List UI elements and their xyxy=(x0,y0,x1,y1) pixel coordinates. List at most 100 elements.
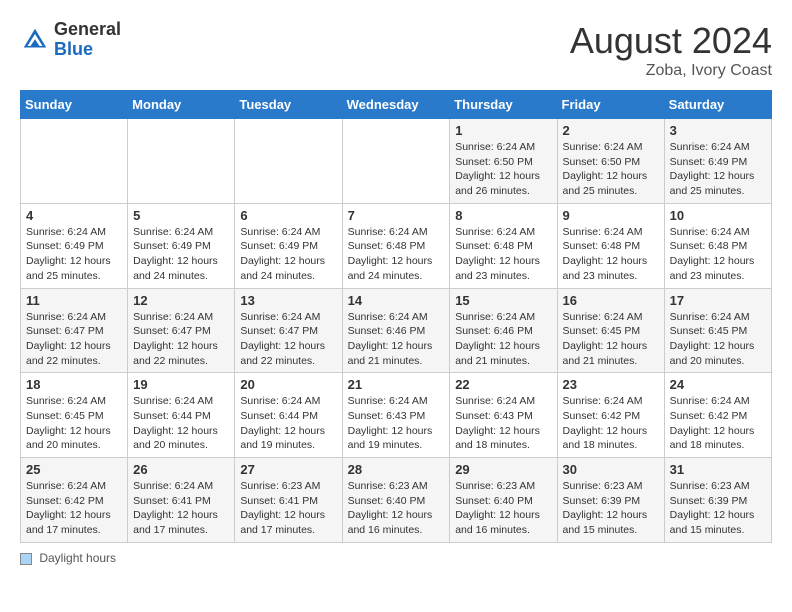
daylight-legend: Daylight hours xyxy=(20,551,116,565)
calendar-cell: 25 Sunrise: 6:24 AMSunset: 6:42 PMDayligh… xyxy=(21,458,128,543)
day-number: 12 xyxy=(133,293,229,308)
calendar-cell: 10Sunrise: 6:24 AMSunset: 6:48 PMDayligh… xyxy=(664,203,771,288)
day-info: Sunrise: 6:24 AMSunset: 6:49 PMDaylight:… xyxy=(670,140,766,199)
day-info: Sunrise: 6:24 AMSunset: 6:42 PMDaylight:… xyxy=(26,479,122,538)
calendar-cell: 7Sunrise: 6:24 AMSunset: 6:48 PMDaylight… xyxy=(342,203,450,288)
day-info: Sunrise: 6:24 AMSunset: 6:46 PMDaylight:… xyxy=(348,310,445,369)
day-number: 23 xyxy=(563,377,659,392)
calendar-cell: 17 Sunrise: 6:24 AMSunset: 6:45 PMDayligh… xyxy=(664,288,771,373)
day-info: Sunrise: 6:24 AMSunset: 6:50 PMDaylight:… xyxy=(455,140,551,199)
calendar-cell: 2 Sunrise: 6:24 AMSunset: 6:50 PMDaylight… xyxy=(557,119,664,204)
calendar-header-thursday: Thursday xyxy=(450,91,557,119)
day-number: 26 xyxy=(133,462,229,477)
calendar-cell: 22Sunrise: 6:24 AMSunset: 6:43 PMDayligh… xyxy=(450,373,557,458)
day-number: 25 xyxy=(26,462,122,477)
daylight-swatch xyxy=(20,553,32,565)
day-info: Sunrise: 6:24 AMSunset: 6:45 PMDaylight:… xyxy=(26,394,122,453)
calendar-cell: 18 Sunrise: 6:24 AMSunset: 6:45 PMDayligh… xyxy=(21,373,128,458)
calendar-cell xyxy=(342,119,450,204)
calendar-cell: 24 Sunrise: 6:24 AMSunset: 6:42 PMDayligh… xyxy=(664,373,771,458)
calendar-header-friday: Friday xyxy=(557,91,664,119)
calendar-cell: 3 Sunrise: 6:24 AMSunset: 6:49 PMDaylight… xyxy=(664,119,771,204)
calendar-cell: 26 Sunrise: 6:24 AMSunset: 6:41 PMDayligh… xyxy=(128,458,235,543)
day-number: 16 xyxy=(563,293,659,308)
calendar-cell: 8 Sunrise: 6:24 AMSunset: 6:48 PMDaylight… xyxy=(450,203,557,288)
calendar-cell: 28 Sunrise: 6:23 AMSunset: 6:40 PMDayligh… xyxy=(342,458,450,543)
logo: General Blue xyxy=(20,20,121,60)
calendar-header-saturday: Saturday xyxy=(664,91,771,119)
day-number: 3 xyxy=(670,123,766,138)
day-number: 31 xyxy=(670,462,766,477)
day-info: Sunrise: 6:24 AMSunset: 6:48 PMDaylight:… xyxy=(670,225,766,284)
day-number: 17 xyxy=(670,293,766,308)
day-info: Sunrise: 6:24 AMSunset: 6:48 PMDaylight:… xyxy=(563,225,659,284)
logo-text: General Blue xyxy=(54,20,121,60)
calendar-cell: 4Sunrise: 6:24 AMSunset: 6:49 PMDaylight… xyxy=(21,203,128,288)
page-header: General Blue August 2024 Zoba, Ivory Coa… xyxy=(20,20,772,80)
day-info: Sunrise: 6:24 AMSunset: 6:45 PMDaylight:… xyxy=(670,310,766,369)
calendar-table: SundayMondayTuesdayWednesdayThursdayFrid… xyxy=(20,90,772,543)
day-number: 14 xyxy=(348,293,445,308)
calendar-cell: 21 Sunrise: 6:24 AMSunset: 6:43 PMDayligh… xyxy=(342,373,450,458)
calendar-cell: 16Sunrise: 6:24 AMSunset: 6:45 PMDayligh… xyxy=(557,288,664,373)
day-info: Sunrise: 6:24 AMSunset: 6:46 PMDaylight:… xyxy=(455,310,551,369)
calendar-cell: 13 Sunrise: 6:24 AMSunset: 6:47 PMDayligh… xyxy=(235,288,342,373)
logo-blue: Blue xyxy=(54,39,93,59)
day-number: 9 xyxy=(563,208,659,223)
daylight-label: Daylight hours xyxy=(39,551,116,565)
calendar-header-tuesday: Tuesday xyxy=(235,91,342,119)
calendar-cell: 6Sunrise: 6:24 AMSunset: 6:49 PMDaylight… xyxy=(235,203,342,288)
calendar-cell xyxy=(21,119,128,204)
month-year-title: August 2024 xyxy=(570,20,772,62)
title-block: August 2024 Zoba, Ivory Coast xyxy=(570,20,772,80)
day-info: Sunrise: 6:24 AMSunset: 6:47 PMDaylight:… xyxy=(240,310,336,369)
day-number: 2 xyxy=(563,123,659,138)
calendar-cell: 30Sunrise: 6:23 AMSunset: 6:39 PMDayligh… xyxy=(557,458,664,543)
day-number: 5 xyxy=(133,208,229,223)
day-number: 15 xyxy=(455,293,551,308)
day-info: Sunrise: 6:24 AMSunset: 6:48 PMDaylight:… xyxy=(455,225,551,284)
calendar-header-row: SundayMondayTuesdayWednesdayThursdayFrid… xyxy=(21,91,772,119)
day-info: Sunrise: 6:24 AMSunset: 6:42 PMDaylight:… xyxy=(670,394,766,453)
calendar-header-monday: Monday xyxy=(128,91,235,119)
calendar-cell: 11 Sunrise: 6:24 AMSunset: 6:47 PMDayligh… xyxy=(21,288,128,373)
day-number: 4 xyxy=(26,208,122,223)
calendar-cell: 29Sunrise: 6:23 AMSunset: 6:40 PMDayligh… xyxy=(450,458,557,543)
day-info: Sunrise: 6:23 AMSunset: 6:39 PMDaylight:… xyxy=(563,479,659,538)
day-number: 13 xyxy=(240,293,336,308)
day-number: 8 xyxy=(455,208,551,223)
calendar-week-2: 4 Sunrise: 6:24 AMSunset: 6:49 PMDaylight… xyxy=(21,203,772,288)
calendar-cell: 23Sunrise: 6:24 AMSunset: 6:42 PMDayligh… xyxy=(557,373,664,458)
day-info: Sunrise: 6:24 AMSunset: 6:49 PMDaylight:… xyxy=(133,225,229,284)
day-info: Sunrise: 6:24 AMSunset: 6:50 PMDaylight:… xyxy=(563,140,659,199)
day-info: Sunrise: 6:23 AMSunset: 6:39 PMDaylight:… xyxy=(670,479,766,538)
day-info: Sunrise: 6:24 AMSunset: 6:43 PMDaylight:… xyxy=(348,394,445,453)
calendar-cell: 19Sunrise: 6:24 AMSunset: 6:44 PMDayligh… xyxy=(128,373,235,458)
calendar-week-4: 18 Sunrise: 6:24 AMSunset: 6:45 PMDayligh… xyxy=(21,373,772,458)
day-number: 24 xyxy=(670,377,766,392)
day-info: Sunrise: 6:24 AMSunset: 6:47 PMDaylight:… xyxy=(26,310,122,369)
calendar-cell: 14 Sunrise: 6:24 AMSunset: 6:46 PMDayligh… xyxy=(342,288,450,373)
calendar-cell xyxy=(128,119,235,204)
calendar-cell: 5 Sunrise: 6:24 AMSunset: 6:49 PMDaylight… xyxy=(128,203,235,288)
calendar-header-wednesday: Wednesday xyxy=(342,91,450,119)
day-info: Sunrise: 6:24 AMSunset: 6:41 PMDaylight:… xyxy=(133,479,229,538)
day-number: 22 xyxy=(455,377,551,392)
day-info: Sunrise: 6:24 AMSunset: 6:47 PMDaylight:… xyxy=(133,310,229,369)
calendar-cell: 15 Sunrise: 6:24 AMSunset: 6:46 PMDayligh… xyxy=(450,288,557,373)
calendar-cell: 1 Sunrise: 6:24 AMSunset: 6:50 PMDaylight… xyxy=(450,119,557,204)
day-info: Sunrise: 6:24 AMSunset: 6:49 PMDaylight:… xyxy=(240,225,336,284)
day-number: 11 xyxy=(26,293,122,308)
day-number: 21 xyxy=(348,377,445,392)
day-number: 19 xyxy=(133,377,229,392)
day-info: Sunrise: 6:23 AMSunset: 6:40 PMDaylight:… xyxy=(348,479,445,538)
day-number: 20 xyxy=(240,377,336,392)
day-number: 28 xyxy=(348,462,445,477)
calendar-cell: 9 Sunrise: 6:24 AMSunset: 6:48 PMDaylight… xyxy=(557,203,664,288)
day-number: 1 xyxy=(455,123,551,138)
day-number: 18 xyxy=(26,377,122,392)
calendar-header-sunday: Sunday xyxy=(21,91,128,119)
calendar-cell: 20Sunrise: 6:24 AMSunset: 6:44 PMDayligh… xyxy=(235,373,342,458)
calendar-cell: 12 Sunrise: 6:24 AMSunset: 6:47 PMDayligh… xyxy=(128,288,235,373)
day-number: 27 xyxy=(240,462,336,477)
